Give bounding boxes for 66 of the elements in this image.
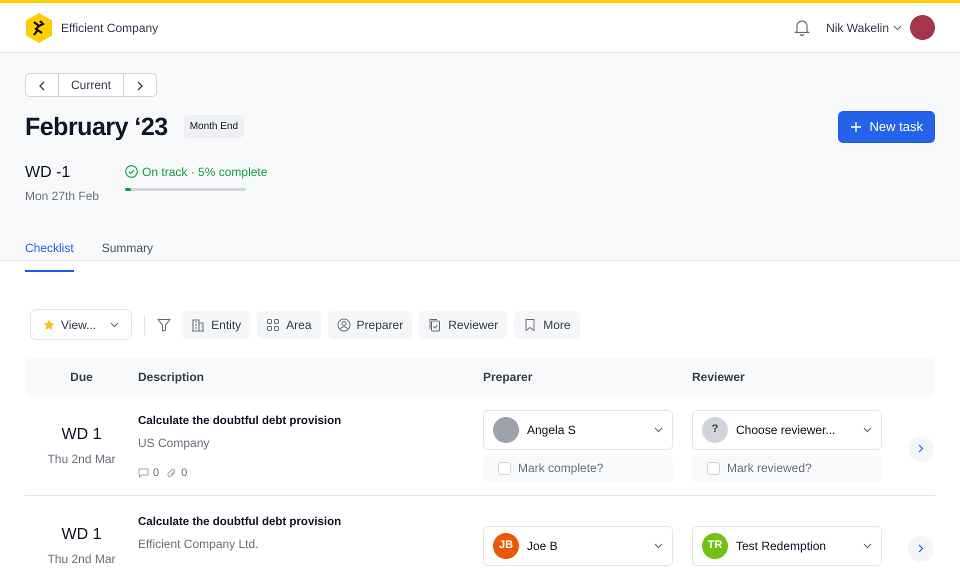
comment-count: 0 [138, 464, 160, 482]
period-tag: Month End [184, 115, 244, 138]
user-circle-icon [336, 318, 351, 332]
filter-chip[interactable]: Area [257, 310, 321, 338]
paperclip-icon [167, 468, 178, 478]
saved-views-dropdown[interactable]: View... [30, 309, 132, 340]
user-menu[interactable]: Nik Wakelin [826, 18, 902, 36]
preparer-dropdown[interactable]: JB Joe B [483, 526, 673, 566]
unknown-avatar: ? [702, 416, 728, 442]
initials-avatar: TR [702, 532, 728, 558]
open-task-button[interactable] [908, 536, 934, 562]
due-date: Thu 2nd Mar [46, 451, 117, 468]
comment-icon [138, 468, 149, 478]
column-header: Reviewer [692, 369, 746, 386]
building-icon [191, 318, 206, 332]
progress-status: On track · 5% complete [142, 164, 268, 180]
column-header: Due [69, 369, 94, 386]
reviewer-dropdown[interactable]: ? Choose reviewer... [692, 410, 882, 450]
chevron-right-icon [136, 80, 144, 91]
due-workday: WD 1 [60, 525, 102, 545]
initials-avatar: JB [493, 532, 519, 558]
tab[interactable]: Checklist [25, 238, 74, 272]
filter-chip[interactable]: Reviewer [419, 310, 508, 338]
filter-chip[interactable]: More [514, 310, 580, 338]
chevron-right-icon [918, 444, 924, 453]
mark-complete-checkbox[interactable]: Mark complete? [483, 454, 673, 482]
chevron-down-icon [110, 322, 120, 328]
star-icon [43, 318, 55, 330]
chevron-right-icon [918, 544, 924, 553]
filter-icon[interactable] [157, 318, 172, 332]
workday-label: WD -1 [25, 162, 72, 182]
grid-icon [266, 318, 280, 332]
reviewer-dropdown[interactable]: TR Test Redemption [692, 526, 882, 566]
task-title[interactable]: Calculate the doubtful debt provision [138, 412, 483, 430]
plus-icon [850, 120, 862, 133]
notification-bell-icon[interactable] [794, 19, 810, 36]
company-name: Efficient Company [61, 20, 158, 36]
check-circle-icon [125, 165, 138, 178]
tab[interactable]: Summary [102, 238, 154, 272]
column-header: Description [138, 369, 206, 386]
entity-name: Efficient Company Ltd. [138, 536, 260, 554]
filter-chip[interactable]: Preparer [328, 310, 412, 338]
preparer-dropdown[interactable]: Angela S [483, 410, 673, 450]
clipboard-icon [428, 318, 442, 332]
page-title: February ‘23 [25, 112, 168, 142]
bookmark-icon [523, 318, 538, 332]
chevron-down-icon [654, 426, 663, 432]
attachment-count: 0 [167, 464, 188, 482]
task-title[interactable]: Calculate the doubtful debt provision [138, 514, 483, 532]
due-workday: WD 1 [60, 425, 102, 445]
new-task-button[interactable]: New task [838, 111, 935, 142]
column-header: Preparer [483, 369, 534, 386]
user-avatar[interactable] [910, 15, 935, 40]
chevron-down-icon [863, 542, 872, 548]
mark-reviewed-checkbox[interactable]: Mark reviewed? [692, 454, 882, 482]
entity-name: US Company [138, 434, 210, 452]
chevron-left-icon [38, 80, 46, 91]
filter-chip[interactable]: Entity [182, 310, 250, 338]
chevron-down-icon [863, 426, 872, 432]
chevron-down-icon [654, 542, 663, 548]
chevron-down-icon [893, 24, 902, 30]
avatar-photo-placeholder [493, 416, 519, 442]
due-date: Thu 2nd Mar [46, 551, 117, 568]
company-logo [25, 12, 53, 42]
workday-date: Mon 27th Feb [25, 188, 100, 204]
open-task-button[interactable] [908, 436, 934, 462]
